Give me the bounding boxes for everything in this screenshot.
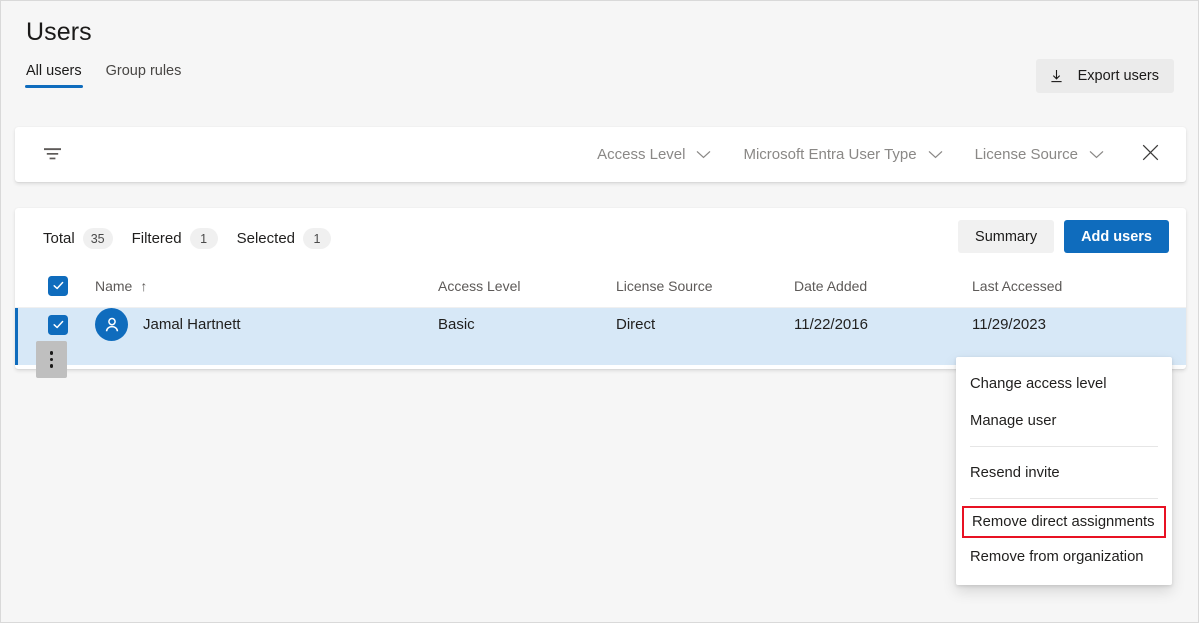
select-all-checkbox[interactable] (48, 276, 68, 296)
download-icon (1048, 68, 1065, 85)
tab-all-users-label: All users (26, 63, 82, 79)
count-filtered-value: 1 (190, 228, 218, 249)
count-selected-label: Selected (237, 230, 295, 247)
column-header-last-accessed[interactable]: Last Accessed (972, 278, 1186, 294)
tab-group-rules[interactable]: Group rules (105, 64, 183, 88)
more-vertical-icon-dot (50, 358, 54, 362)
chevron-down-icon (696, 150, 711, 159)
count-total-value: 35 (83, 228, 113, 249)
row-access-level: Basic (438, 316, 616, 333)
menu-separator (970, 498, 1158, 499)
chevron-down-icon (928, 150, 943, 159)
column-header-license-source[interactable]: License Source (616, 278, 794, 294)
filter-icon[interactable] (43, 146, 63, 167)
page-title: Users (26, 18, 92, 47)
more-vertical-icon-dot (50, 351, 54, 355)
close-filters-button[interactable] (1128, 133, 1172, 177)
select-all-cell (15, 276, 83, 296)
more-vertical-icon-dot (50, 364, 54, 368)
chevron-down-icon (1089, 150, 1104, 159)
count-selected-value: 1 (303, 228, 331, 249)
row-checkbox[interactable] (48, 315, 68, 335)
add-users-button[interactable]: Add users (1064, 220, 1169, 253)
sort-ascending-icon: ↑ (140, 278, 147, 294)
filter-controls: Access Level Microsoft Entra User Type L… (581, 127, 1186, 182)
tab-all-users[interactable]: All users (25, 64, 83, 88)
row-name-cell: Jamal Hartnett (83, 308, 438, 341)
tab-bar: All users Group rules (25, 64, 182, 88)
tab-group-rules-label: Group rules (106, 63, 182, 79)
export-users-label: Export users (1078, 68, 1159, 84)
menu-item-remove-from-organization[interactable]: Remove from organization (956, 538, 1172, 575)
toolbar-actions: Summary Add users (958, 220, 1169, 253)
row-context-menu: Change access level Manage user Resend i… (956, 357, 1172, 585)
summary-button[interactable]: Summary (958, 220, 1054, 253)
row-license-source: Direct (616, 316, 794, 333)
count-filtered: Filtered 1 (132, 228, 218, 249)
menu-separator (970, 446, 1158, 447)
users-page: Users All users Group rules Export users (0, 0, 1199, 623)
count-selected: Selected 1 (237, 228, 331, 249)
row-more-actions-button[interactable] (36, 341, 67, 378)
filter-entra-user-type-label: Microsoft Entra User Type (743, 146, 916, 163)
row-last-accessed: 11/29/2023 (972, 316, 1186, 333)
filter-access-level-label: Access Level (597, 146, 685, 163)
row-name-label: Jamal Hartnett (143, 316, 241, 333)
column-header-date-added[interactable]: Date Added (794, 278, 972, 294)
count-summary: Total 35 Filtered 1 Selected 1 (43, 228, 331, 249)
filter-bar: Access Level Microsoft Entra User Type L… (15, 127, 1186, 182)
menu-item-change-access-level[interactable]: Change access level (956, 365, 1172, 402)
close-icon (1141, 143, 1160, 167)
column-header-name[interactable]: Name ↑ (83, 278, 438, 294)
menu-item-resend-invite[interactable]: Resend invite (956, 454, 1172, 491)
row-select-cell (15, 315, 83, 335)
menu-item-remove-direct-assignments[interactable]: Remove direct assignments (962, 506, 1166, 538)
filter-entra-user-type[interactable]: Microsoft Entra User Type (727, 139, 958, 171)
column-header-access-level[interactable]: Access Level (438, 278, 616, 294)
count-total-label: Total (43, 230, 75, 247)
users-table-card: Total 35 Filtered 1 Selected 1 Summary A… (15, 208, 1186, 369)
row-date-added: 11/22/2016 (794, 316, 972, 333)
row-actions-cell (15, 341, 83, 378)
avatar (95, 308, 128, 341)
count-total: Total 35 (43, 228, 113, 249)
filter-license-source[interactable]: License Source (959, 139, 1120, 171)
export-users-button[interactable]: Export users (1036, 59, 1174, 93)
menu-item-manage-user[interactable]: Manage user (956, 402, 1172, 439)
table-header-row: Name ↑ Access Level License Source Date … (15, 264, 1186, 308)
filter-license-source-label: License Source (975, 146, 1078, 163)
filter-access-level[interactable]: Access Level (581, 139, 727, 171)
column-header-name-label: Name (95, 278, 132, 294)
count-filtered-label: Filtered (132, 230, 182, 247)
table-toolbar: Total 35 Filtered 1 Selected 1 Summary A… (15, 208, 1186, 264)
